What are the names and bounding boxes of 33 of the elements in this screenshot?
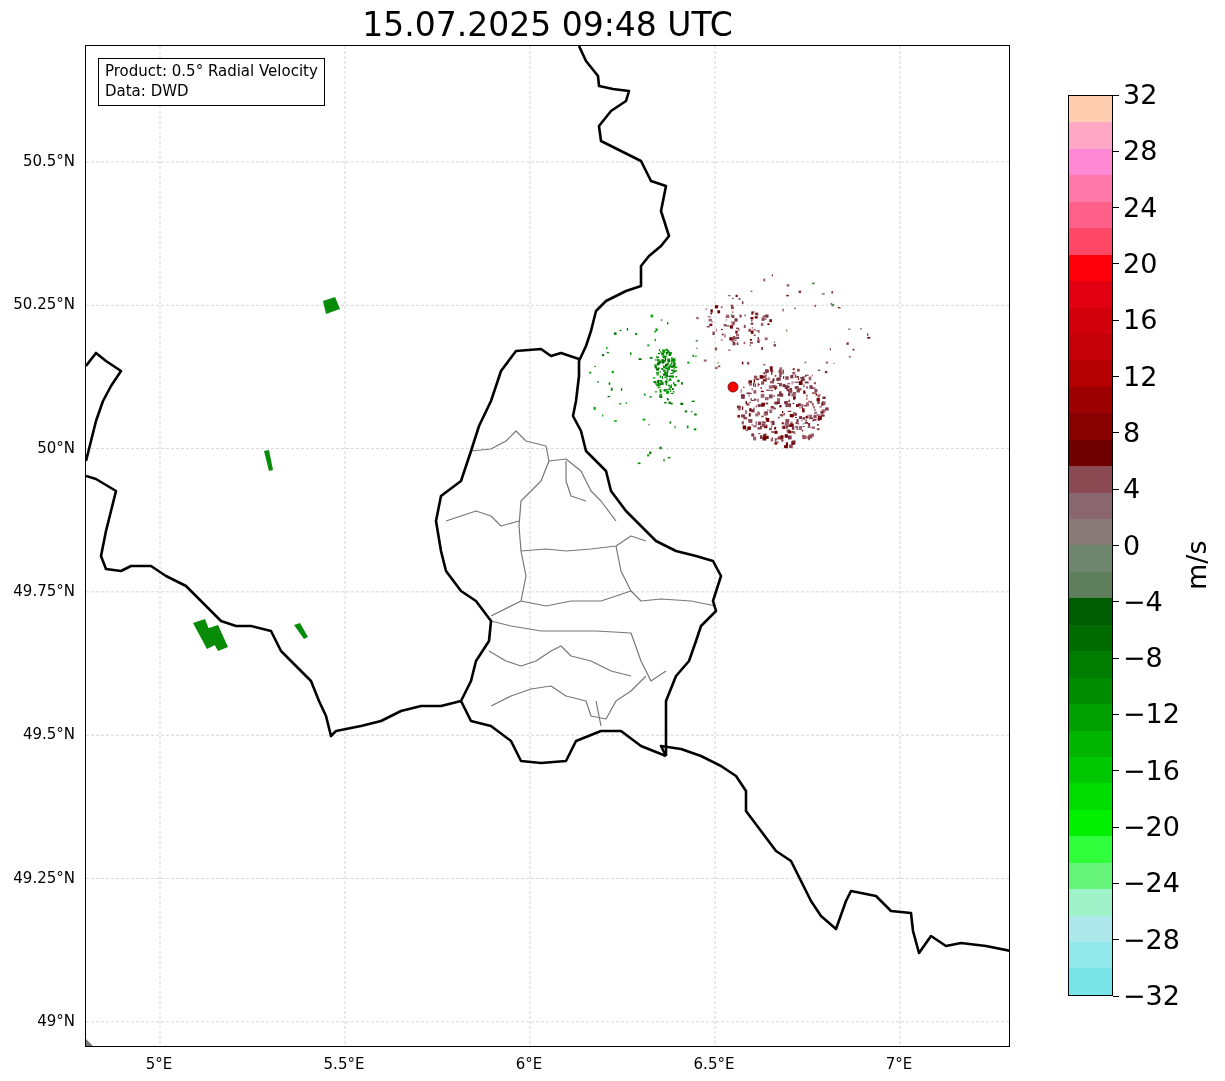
tick-label: −4 xyxy=(1123,586,1163,617)
tick-label: 16 xyxy=(1123,305,1158,336)
tick-label: 24 xyxy=(1123,192,1158,223)
axis-label: 50°N xyxy=(37,437,75,459)
tick-label: −8 xyxy=(1123,643,1163,674)
axis-label: 50.5°N xyxy=(22,150,75,172)
tick-label: 8 xyxy=(1123,417,1141,448)
tick-label: −20 xyxy=(1123,812,1180,843)
axis-label: 49°N xyxy=(37,1010,75,1032)
tick-label: 20 xyxy=(1123,248,1158,279)
axis-label: 5.5°E xyxy=(323,1054,365,1075)
axis-label: 49.25°N xyxy=(13,867,75,889)
axis-label: 50.25°N xyxy=(13,294,75,316)
axis-label: 49.5°N xyxy=(22,723,75,745)
tick-label: −28 xyxy=(1123,924,1180,955)
unit-label: m/s xyxy=(1180,540,1214,590)
axis-label: 6.5°E xyxy=(693,1054,735,1075)
axis-label: 6°E xyxy=(515,1054,543,1075)
tick-label: −16 xyxy=(1123,755,1180,786)
tick-label: 12 xyxy=(1123,361,1158,392)
axis-label: 49.75°N xyxy=(13,580,75,602)
tick-label: 32 xyxy=(1123,80,1158,110)
tick-label: −24 xyxy=(1123,868,1180,899)
tick-label: −32 xyxy=(1123,981,1180,1011)
chart-title: 15.07.2025 09:48 UTC xyxy=(361,4,734,45)
info-text: Data: DWD xyxy=(105,81,190,101)
tick-label: −12 xyxy=(1123,699,1180,730)
tick-label: 0 xyxy=(1123,530,1141,561)
axis-label: 7°E xyxy=(885,1054,913,1075)
tick-label: 4 xyxy=(1123,474,1141,505)
info-text: Product: 0.5° Radial Velocity xyxy=(105,61,318,81)
axis-label: 5°E xyxy=(145,1054,173,1075)
tick-label: 28 xyxy=(1123,136,1158,167)
